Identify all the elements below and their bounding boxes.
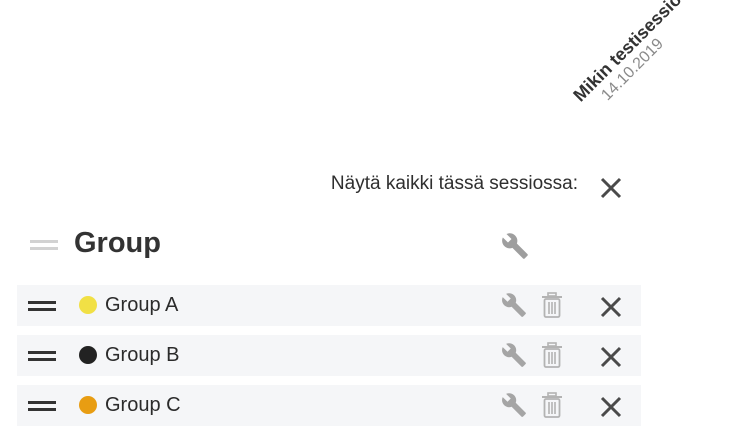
list-item[interactable]: Group C xyxy=(17,385,641,426)
list-item-label: Group C xyxy=(105,394,181,416)
trash-icon[interactable] xyxy=(541,292,563,319)
drag-handle-icon[interactable] xyxy=(27,296,57,316)
list-item-label: Group A xyxy=(105,294,179,316)
show-all-label: Näytä kaikki tässä sessiossa: xyxy=(330,173,578,194)
drag-handle-icon[interactable] xyxy=(30,235,58,255)
color-dot xyxy=(79,396,97,414)
trash-icon[interactable] xyxy=(541,342,563,369)
wrench-icon[interactable] xyxy=(501,292,527,318)
wrench-icon[interactable] xyxy=(501,342,527,368)
session-header: Mikin testisessio 14.10.2019 xyxy=(569,0,698,118)
wrench-icon[interactable] xyxy=(501,232,529,260)
color-dot xyxy=(79,346,97,364)
close-icon[interactable] xyxy=(597,343,625,371)
drag-handle-icon[interactable] xyxy=(27,346,57,366)
trash-icon[interactable] xyxy=(541,392,563,419)
list-item[interactable]: Group A xyxy=(17,285,641,326)
list-item-label: Group B xyxy=(105,344,180,366)
drag-handle-icon[interactable] xyxy=(27,396,57,416)
group-title: Group xyxy=(74,227,161,259)
session-name[interactable]: Mikin testisessio xyxy=(569,0,686,106)
color-dot xyxy=(79,296,97,314)
wrench-icon[interactable] xyxy=(501,392,527,418)
group-header: Group xyxy=(0,225,640,269)
list-item[interactable]: Group B xyxy=(17,335,641,376)
close-icon[interactable] xyxy=(597,293,625,321)
close-icon[interactable] xyxy=(597,393,625,421)
close-icon[interactable] xyxy=(597,174,625,202)
